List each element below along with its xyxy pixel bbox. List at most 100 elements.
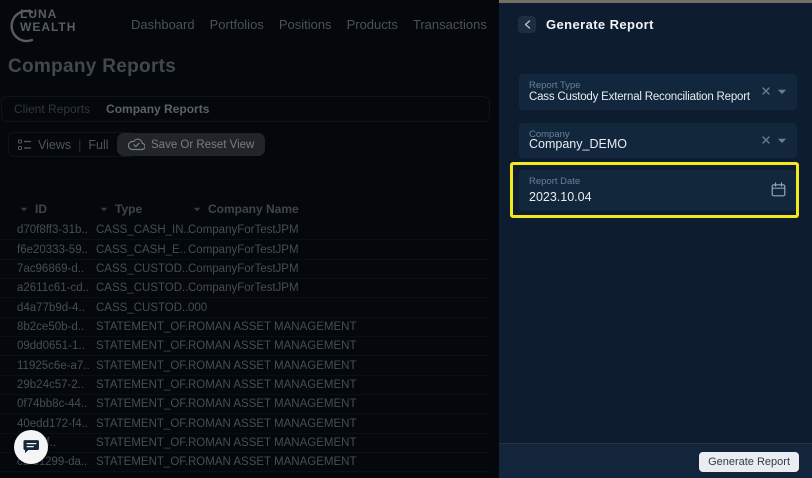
cell-type: STATEMENT_OF.. <box>96 379 191 391</box>
save-or-reset-view-button[interactable]: Save Or Reset View <box>117 133 265 156</box>
company-value: Company_DEMO <box>529 137 627 151</box>
crescent-moon-icon <box>8 8 40 44</box>
cell-type: STATEMENT_OF.. <box>96 360 191 372</box>
report-type-select[interactable]: Report Type Cass Custody External Reconc… <box>519 74 797 110</box>
cell-type: STATEMENT_OF.. <box>96 437 191 449</box>
cell-company-name: 000 <box>188 302 207 314</box>
column-header[interactable]: Type <box>100 202 142 216</box>
tab[interactable]: Company Reports <box>106 102 209 116</box>
column-header[interactable]: ID <box>20 202 47 216</box>
nav-link[interactable]: Positions <box>279 17 332 32</box>
cell-id: 11925c6e-a7.. <box>17 360 90 372</box>
chevron-left-icon <box>524 20 531 29</box>
reports-table-body: d70f8ff3-31b.. CASS_CASH_IN.. CompanyFor… <box>0 221 490 472</box>
table-row[interactable]: c2fd1299-da.. STATEMENT_OF.. ROMAN ASSET… <box>0 453 490 472</box>
views-control[interactable]: Views | Full <box>8 132 135 157</box>
sort-caret-down-icon <box>100 207 108 212</box>
cell-type: STATEMENT_OF.. <box>96 321 191 333</box>
nav-link[interactable]: Portfolios <box>210 17 264 32</box>
caret-down-icon[interactable] <box>777 89 787 95</box>
generate-report-button[interactable]: Generate Report <box>699 452 799 472</box>
cell-company-name: CompanyForTestJPM <box>188 263 299 275</box>
views-divider: | <box>78 138 81 152</box>
report-date-field[interactable]: Report Date 2023.10.04 <box>519 170 797 211</box>
table-row[interactable]: a2611c61-cd.. CASS_CUSTOD.. CompanyForTe… <box>0 279 490 298</box>
clear-x-icon[interactable] <box>762 87 770 95</box>
cell-id: d70f8ff3-31b.. <box>17 224 88 236</box>
table-row[interactable]: 11925c6e-a7.. STATEMENT_OF.. ROMAN ASSET… <box>0 356 490 375</box>
brand-logo[interactable]: LUNA WEALTH <box>8 8 76 34</box>
sort-caret-down-icon <box>20 207 28 212</box>
generate-report-drawer: Generate Report Report Type Cass Custody… <box>499 0 812 478</box>
drawer-header: Generate Report <box>518 16 654 33</box>
cell-type: CASS_CASH_IN.. <box>96 224 190 236</box>
cell-company-name: CompanyForTestJPM <box>188 224 299 236</box>
cell-company-name: ROMAN ASSET MANAGEMENT <box>188 456 356 468</box>
cell-company-name: ROMAN ASSET MANAGEMENT <box>188 340 356 352</box>
cell-company-name: ROMAN ASSET MANAGEMENT <box>188 321 356 333</box>
column-header-label: Type <box>115 202 142 216</box>
clear-x-icon[interactable] <box>762 136 770 144</box>
cell-id: 09dd0651-1.. <box>17 340 85 352</box>
cell-company-name: ROMAN ASSET MANAGEMENT <box>188 437 356 449</box>
column-header-label: ID <box>35 202 47 216</box>
save-or-reset-view-label: Save Or Reset View <box>151 139 254 151</box>
cloud-check-icon <box>128 138 145 151</box>
report-type-value: Cass Custody External Reconciliation Rep… <box>529 91 750 103</box>
company-select[interactable]: Company Company_DEMO <box>519 123 797 158</box>
cell-type: CASS_CUSTOD.. <box>96 302 188 314</box>
main-content: LUNA WEALTH Dashboard Portfolios Positio… <box>0 0 499 478</box>
tab[interactable]: Client Reports <box>14 102 90 116</box>
cell-id: 7ac96869-d.. <box>17 263 84 275</box>
cell-type: STATEMENT_OF.. <box>96 340 191 352</box>
report-type-label: Report Type <box>529 80 581 91</box>
cell-id: f6e20333-59.. <box>17 244 88 256</box>
drawer-title: Generate Report <box>546 17 654 32</box>
cell-type: STATEMENT_OF.. <box>96 418 191 430</box>
column-header-label: Company Name <box>208 202 299 216</box>
cell-company-name: ROMAN ASSET MANAGEMENT <box>188 418 356 430</box>
table-row[interactable]: 155-df.. STATEMENT_OF.. ROMAN ASSET MANA… <box>0 434 490 453</box>
views-mode-value[interactable]: Full <box>88 138 108 152</box>
table-row[interactable]: 0f74bb8c-44.. STATEMENT_OF.. ROMAN ASSET… <box>0 395 490 414</box>
chat-launcher-button[interactable] <box>14 430 48 464</box>
nav-link[interactable]: Dashboard <box>131 17 195 32</box>
table-row[interactable]: 29b24c57-2.. STATEMENT_OF.. ROMAN ASSET … <box>0 376 490 395</box>
cell-id: a2611c61-cd.. <box>17 282 89 294</box>
drawer-footer: Generate Report <box>499 443 812 478</box>
table-row[interactable]: 7ac96869-d.. CASS_CUSTOD.. CompanyForTes… <box>0 260 490 279</box>
top-nav: Dashboard Portfolios Positions Products … <box>131 17 487 32</box>
cell-id: 0f74bb8c-44.. <box>17 398 87 410</box>
cell-type: CASS_CUSTOD.. <box>96 263 188 275</box>
cell-company-name: ROMAN ASSET MANAGEMENT <box>188 379 356 391</box>
table-row[interactable]: f6e20333-59.. CASS_CASH_E.. CompanyForTe… <box>0 240 490 259</box>
page-title: Company Reports <box>8 56 176 78</box>
table-row[interactable]: 8b2ce50b-d.. STATEMENT_OF.. ROMAN ASSET … <box>0 318 490 337</box>
reports-tabs: Client Reports Company Reports <box>1 96 490 122</box>
cell-type: STATEMENT_OF.. <box>96 398 191 410</box>
back-button[interactable] <box>518 16 536 33</box>
cell-id: 29b24c57-2.. <box>17 379 84 391</box>
list-icon <box>18 139 31 151</box>
sort-caret-down-icon <box>193 207 201 212</box>
cell-company-name: ROMAN ASSET MANAGEMENT <box>188 360 356 372</box>
views-label: Views <box>38 138 71 152</box>
calendar-icon[interactable] <box>771 182 786 197</box>
cell-type: CASS_CUSTOD.. <box>96 282 188 294</box>
table-row[interactable]: d4a77b9d-4.. CASS_CUSTOD.. 000 <box>0 298 490 317</box>
caret-down-icon[interactable] <box>777 138 787 144</box>
cell-type: CASS_CASH_E.. <box>96 244 186 256</box>
cell-company-name: CompanyForTestJPM <box>188 282 299 294</box>
report-date-value: 2023.10.04 <box>529 190 592 204</box>
nav-link[interactable]: Products <box>347 17 398 32</box>
table-row[interactable]: d70f8ff3-31b.. CASS_CASH_IN.. CompanyFor… <box>0 221 490 240</box>
cell-id: 8b2ce50b-d.. <box>17 321 84 333</box>
cell-id: 40edd172-f4.. <box>17 418 88 430</box>
nav-link[interactable]: Transactions <box>413 17 487 32</box>
table-row[interactable]: 09dd0651-1.. STATEMENT_OF.. ROMAN ASSET … <box>0 337 490 356</box>
cell-company-name: ROMAN ASSET MANAGEMENT <box>188 398 356 410</box>
table-header: ID Type Company Name <box>0 200 490 220</box>
cell-id: d4a77b9d-4.. <box>17 302 85 314</box>
column-header[interactable]: Company Name <box>193 202 299 216</box>
table-row[interactable]: 40edd172-f4.. STATEMENT_OF.. ROMAN ASSET… <box>0 414 490 433</box>
